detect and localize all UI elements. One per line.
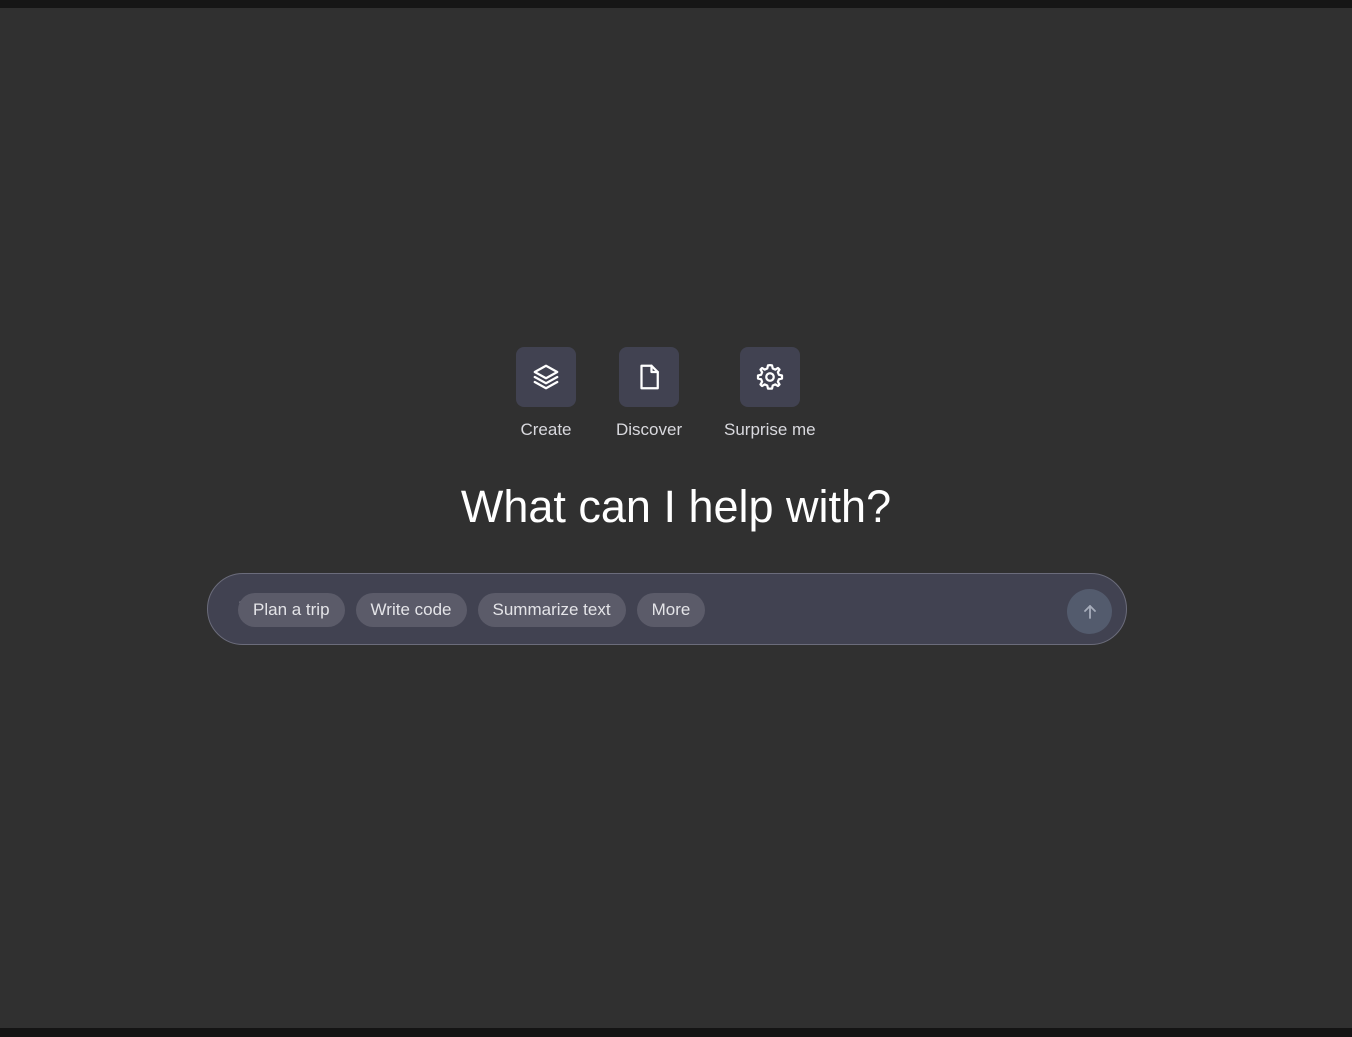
surprise-me-action[interactable]: Surprise me bbox=[724, 347, 816, 440]
chip-plan-a-trip[interactable]: Plan a trip bbox=[238, 593, 345, 627]
layers-icon bbox=[533, 364, 559, 390]
window-bottom-edge bbox=[0, 1028, 1352, 1037]
create-action[interactable]: Create bbox=[516, 347, 576, 440]
chat-home: Create Discover Surprise me What can I h… bbox=[0, 8, 1352, 1028]
chip-more[interactable]: More bbox=[636, 593, 706, 627]
create-label: Create bbox=[520, 420, 572, 439]
document-icon bbox=[640, 364, 659, 390]
create-tile[interactable] bbox=[516, 347, 576, 407]
message-composer: Plan a trip Write code Summarize text Mo… bbox=[207, 573, 1127, 645]
chip-write-code[interactable]: Write code bbox=[355, 593, 467, 627]
page-title: What can I help with? bbox=[460, 481, 892, 532]
send-button[interactable] bbox=[1067, 589, 1112, 634]
discover-label: Discover bbox=[616, 420, 683, 439]
chip-summarize-text[interactable]: Summarize text bbox=[477, 593, 626, 627]
surprise-me-label: Surprise me bbox=[724, 420, 816, 439]
discover-tile[interactable] bbox=[619, 347, 680, 407]
window-top-edge bbox=[0, 0, 1352, 8]
arrow-up-icon bbox=[1083, 604, 1096, 619]
surprise-me-tile[interactable] bbox=[739, 347, 800, 407]
suggestion-chips: Plan a trip Write code Summarize text Mo… bbox=[238, 593, 716, 629]
quick-actions: Create Discover Surprise me bbox=[0, 347, 1352, 447]
discover-action[interactable]: Discover bbox=[616, 347, 682, 440]
gear-icon bbox=[756, 364, 783, 390]
